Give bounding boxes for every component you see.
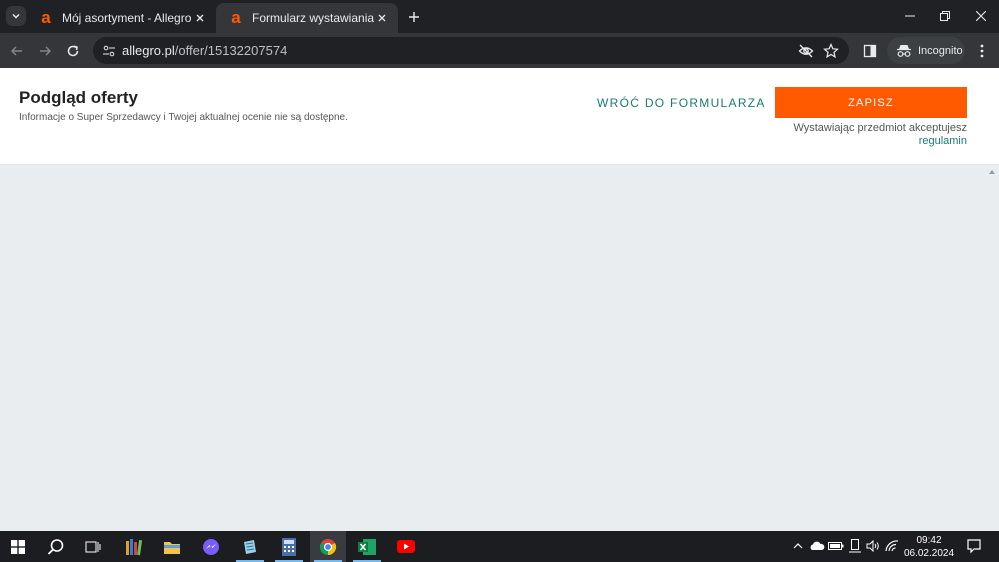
task-view-button[interactable] (75, 531, 111, 562)
taskbar-messenger[interactable] (193, 531, 229, 562)
youtube-icon (397, 540, 415, 553)
close-icon (976, 11, 986, 21)
volume-icon[interactable] (865, 538, 881, 554)
url-text: allegro.pl/offer/15132207574 (122, 43, 287, 58)
reload-button[interactable] (61, 39, 85, 63)
taskbar-file-explorer[interactable] (154, 531, 190, 562)
tab-title: Mój asortyment - Allegro (62, 11, 192, 25)
kebab-menu-icon (980, 44, 984, 58)
back-button[interactable] (5, 39, 29, 63)
save-button[interactable]: ZAPISZ (775, 87, 967, 118)
notes-icon (244, 539, 256, 554)
taskbar-excel[interactable] (349, 531, 385, 562)
task-view-icon (85, 541, 101, 552)
windows-taskbar: 09:42 06.02.2024 (0, 531, 999, 562)
new-tab-button[interactable] (404, 7, 424, 27)
allegro-icon: a (41, 8, 51, 27)
bookmark-star-icon[interactable] (822, 42, 840, 60)
device-icon[interactable] (847, 538, 863, 554)
tab-search-button[interactable] (6, 6, 26, 26)
arrow-left-icon (10, 46, 22, 56)
folder-icon (164, 541, 180, 554)
start-button[interactable] (0, 531, 36, 562)
plus-icon (409, 12, 419, 22)
chevron-down-icon (12, 13, 20, 19)
tab-formularz-wystawiania[interactable]: a Formularz wystawiania (216, 3, 398, 33)
eye-off-icon[interactable] (797, 42, 815, 60)
search-icon (47, 538, 64, 555)
onedrive-cloud-icon[interactable] (809, 538, 825, 554)
minimize-icon (905, 15, 915, 17)
page-content: Podgląd oferty Informacje o Super Sprzed… (0, 68, 999, 531)
taskbar-calculator[interactable] (271, 531, 307, 562)
browser-tabstrip: a Mój asortyment - Allegro a Formularz w… (0, 0, 999, 33)
browser-toolbar: allegro.pl/offer/15132207574 Incognito (0, 33, 999, 68)
calculator-icon (282, 537, 296, 556)
accept-terms-text: Wystawiając przedmiot akceptujesz (793, 122, 967, 134)
incognito-label: Incognito (918, 44, 963, 57)
taskbar-notes-app[interactable] (232, 531, 268, 562)
restore-icon (940, 11, 950, 21)
url-path: /offer/15132207574 (174, 43, 288, 58)
url-host: allegro.pl (122, 43, 175, 58)
restore-button[interactable] (931, 4, 959, 28)
browser-menu-button[interactable] (970, 39, 994, 63)
taskbar-library-app[interactable] (116, 531, 152, 562)
excel-icon (358, 538, 376, 555)
address-bar[interactable]: allegro.pl/offer/15132207574 (93, 37, 849, 64)
close-window-button[interactable] (967, 4, 995, 28)
tab-moj-asortyment[interactable]: a Mój asortyment - Allegro (26, 3, 216, 33)
windows-logo-icon (11, 539, 25, 554)
tab-title: Formularz wystawiania (252, 11, 374, 25)
clock-date: 06.02.2024 (903, 548, 955, 559)
chrome-icon (319, 538, 337, 555)
page-title: Podgląd oferty (19, 88, 139, 107)
regulamin-link[interactable]: regulamin (919, 135, 967, 147)
search-button[interactable] (38, 531, 74, 562)
side-panel-button[interactable] (858, 39, 882, 63)
site-info-icon[interactable] (100, 42, 118, 60)
close-icon[interactable] (192, 10, 208, 26)
allegro-icon: a (231, 8, 241, 27)
books-icon (126, 538, 143, 555)
taskbar-clock[interactable]: 09:42 06.02.2024 (898, 534, 960, 560)
messenger-icon (203, 538, 219, 555)
tray-overflow-icon[interactable] (790, 538, 806, 554)
back-to-form-link[interactable]: WRÓĆ DO FORMULARZA (597, 96, 766, 110)
arrow-right-icon (40, 46, 52, 56)
incognito-icon (897, 44, 911, 57)
battery-icon[interactable] (828, 538, 844, 554)
offer-preview-header: Podgląd oferty Informacje o Super Sprzed… (0, 68, 999, 165)
side-panel-icon (863, 44, 877, 58)
minimize-button[interactable] (896, 4, 924, 28)
page-subtitle: Informacje o Super Sprzedawcy i Twojej a… (19, 112, 348, 123)
incognito-profile-button[interactable]: Incognito (887, 37, 965, 64)
notification-center-icon[interactable] (966, 538, 982, 554)
taskbar-chrome[interactable] (310, 531, 346, 562)
forward-button[interactable] (33, 39, 57, 63)
clock-time: 09:42 (916, 535, 942, 546)
close-icon[interactable] (374, 10, 390, 26)
scrollbar-up-arrow[interactable] (989, 170, 995, 174)
taskbar-youtube[interactable] (388, 531, 424, 562)
reload-icon (67, 45, 79, 57)
